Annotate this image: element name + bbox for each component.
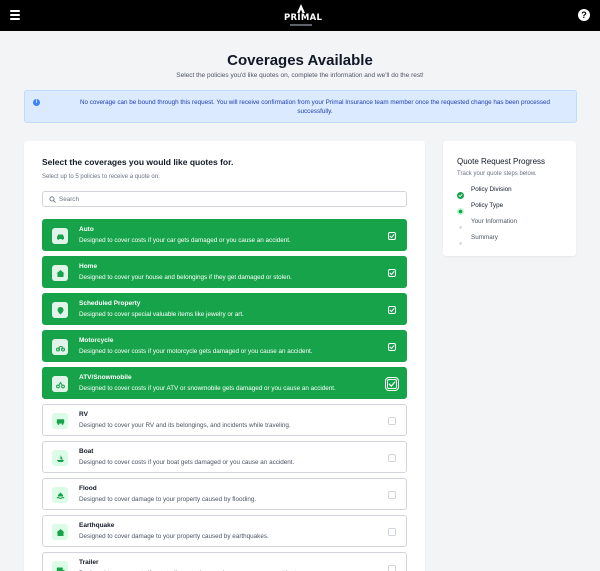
coverage-title: RV	[79, 411, 88, 418]
step-upcoming-icon	[457, 218, 464, 229]
coverage-description: Designed to cover costs if your motorcyc…	[79, 348, 313, 355]
home-icon	[52, 265, 68, 281]
hamburger-icon[interactable]	[10, 10, 20, 20]
coverage-description: Designed to cover costs if your car gets…	[79, 237, 291, 244]
coverage-option-earthquake[interactable]: Earthquake Designed to cover damage to yo…	[42, 515, 407, 547]
checkbox-checked[interactable]	[388, 343, 396, 351]
coverage-option-atv-snowmobile[interactable]: ATV/Snowmobile Designed to cover costs if…	[42, 367, 407, 399]
check-icon	[389, 234, 395, 239]
coverage-title: Auto	[79, 226, 94, 233]
coverage-description: Designed to cover costs if your ATV or s…	[79, 385, 336, 392]
coverage-title: Trailer	[79, 559, 99, 566]
checkbox-unchecked[interactable]	[388, 565, 396, 571]
page-title: Coverages Available	[227, 52, 373, 69]
help-icon[interactable]: ?	[578, 9, 590, 21]
check-icon	[389, 308, 395, 313]
coverage-option-flood[interactable]: Flood Designed to cover damage to your pr…	[42, 478, 407, 510]
coverage-hint: Select up to 5 policies to receive a quo…	[42, 174, 160, 180]
checkbox-unchecked[interactable]	[388, 528, 396, 536]
top-bar: PRIMAL ?	[0, 0, 600, 31]
coverage-description: Designed to cover damage to your propert…	[79, 533, 269, 540]
coverage-title: Motorcycle	[79, 337, 114, 344]
check-icon	[388, 381, 396, 387]
progress-step-label: Policy Division	[471, 186, 512, 193]
coverage-option-motorcycle[interactable]: Motorcycle Designed to cover costs if you…	[42, 330, 407, 362]
progress-subtitle: Track your quote steps below.	[457, 171, 537, 177]
coverage-option-home[interactable]: Home Designed to cover your house and bel…	[42, 256, 407, 288]
coverage-option-auto[interactable]: Auto Designed to cover costs if your car …	[42, 219, 407, 251]
motorcycle-icon	[52, 339, 68, 355]
step-current-icon	[457, 202, 464, 215]
boat-icon	[52, 450, 68, 466]
progress-step-label: Summary	[471, 234, 498, 241]
checkbox-checked[interactable]	[388, 269, 396, 277]
earthquake-icon	[52, 524, 68, 540]
coverage-title: Earthquake	[79, 522, 115, 529]
coverage-description: Designed to cover your RV and its belong…	[79, 422, 291, 429]
step-complete-icon	[457, 186, 464, 199]
step-upcoming-icon	[457, 234, 464, 245]
flood-icon	[52, 487, 68, 503]
coverage-option-trailer[interactable]: TrailerDesigned to cover costs if your t…	[42, 552, 407, 571]
car-icon	[52, 228, 68, 244]
coverage-title: ATV/Snowmobile	[79, 374, 132, 381]
atv-icon	[52, 376, 68, 392]
coverage-heading: Select the coverages you would like quot…	[42, 157, 234, 167]
logo-text: PRIMAL	[284, 13, 323, 23]
checkbox-checked[interactable]	[388, 306, 396, 314]
logo-tagline-line	[290, 24, 312, 26]
info-notice: i No coverage can be bound through this …	[24, 90, 577, 123]
coverage-description: Designed to cover damage to your propert…	[79, 496, 257, 503]
coverage-description: Designed to cover special valuable items…	[79, 311, 244, 318]
info-icon: i	[33, 99, 40, 106]
coverage-description: Designed to cover costs if your boat get…	[79, 459, 295, 466]
coverage-selection-card: Select the coverages you would like quot…	[24, 141, 425, 571]
coverage-option-rv[interactable]: RV Designed to cover your RV and its belo…	[42, 404, 407, 436]
checkbox-unchecked[interactable]	[388, 417, 396, 425]
search-box[interactable]	[42, 191, 407, 207]
coverage-title: Scheduled Property	[79, 300, 141, 307]
trailer-icon	[52, 561, 68, 571]
progress-step-label: Policy Type	[471, 202, 504, 209]
notice-text: No coverage can be bound through this re…	[79, 99, 551, 115]
coverage-title: Boat	[79, 448, 94, 455]
page-subtitle: Select the policies you'd like quotes on…	[176, 72, 424, 79]
check-icon	[389, 271, 395, 276]
coverage-title: Flood	[79, 485, 97, 492]
coverage-title: Home	[79, 263, 98, 270]
coverage-description: Designed to cover your house and belongi…	[79, 274, 292, 281]
rv-icon	[52, 413, 68, 429]
progress-step-label: Your Information	[471, 218, 517, 225]
quote-progress-card: Quote Request Progress Track your quote …	[443, 141, 576, 256]
checkbox-unchecked[interactable]	[388, 491, 396, 499]
checkbox-checked[interactable]	[387, 379, 397, 389]
progress-title: Quote Request Progress	[457, 157, 546, 166]
gem-icon	[52, 302, 68, 318]
checkbox-unchecked[interactable]	[388, 454, 396, 462]
coverage-option-scheduled-property[interactable]: Scheduled Property Designed to cover spec…	[42, 293, 407, 325]
search-input[interactable]	[59, 193, 399, 205]
primal-logo[interactable]: PRIMAL	[284, 4, 323, 28]
checkbox-checked[interactable]	[388, 232, 396, 240]
check-icon	[389, 345, 395, 350]
search-icon	[49, 196, 56, 203]
coverage-option-boat[interactable]: Boat Designed to cover costs if your boat…	[42, 441, 407, 473]
